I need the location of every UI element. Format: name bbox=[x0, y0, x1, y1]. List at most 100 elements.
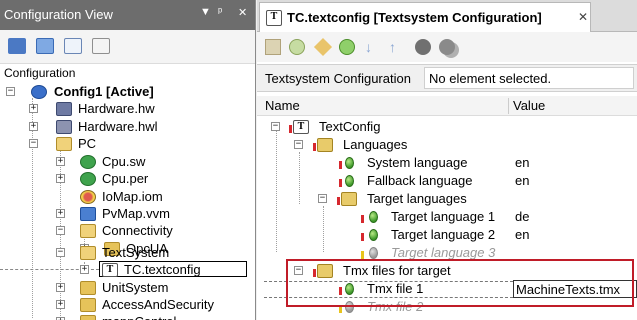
expand-toggle[interactable]: + bbox=[29, 122, 38, 131]
tree-item-label: TextSystem bbox=[102, 245, 170, 260]
column-header-name[interactable]: Name bbox=[265, 98, 300, 113]
tab-title: TC.textconfig [Textsystem Configuration] bbox=[287, 10, 542, 25]
required-marker bbox=[337, 197, 340, 205]
tree-item-cpu-per[interactable]: + Cpu.per bbox=[0, 170, 255, 188]
collapse-toggle[interactable]: − bbox=[318, 194, 327, 203]
tree-item-hardware-hw[interactable]: + Hardware.hw bbox=[0, 100, 255, 118]
highlight-annotation bbox=[286, 259, 634, 307]
folder-icon bbox=[80, 281, 96, 295]
collapse-all-icon[interactable] bbox=[439, 39, 455, 55]
expand-toggle[interactable]: + bbox=[56, 283, 65, 292]
sort-descending-icon[interactable]: ↑ bbox=[389, 39, 405, 55]
table-view-icon[interactable] bbox=[64, 38, 82, 54]
collapse-toggle[interactable]: − bbox=[271, 122, 280, 131]
textconfig-icon: T bbox=[266, 10, 282, 26]
tree-item-label: AccessAndSecurity bbox=[102, 297, 214, 312]
collapse-toggle[interactable]: − bbox=[6, 87, 15, 96]
grid-row-target-language-2[interactable]: Target language 2 en bbox=[257, 226, 637, 244]
property-grid-header: Name Value bbox=[257, 96, 637, 116]
tree-item-hardware-hwl[interactable]: + Hardware.hwl bbox=[0, 118, 255, 136]
row-name: TextConfig bbox=[319, 119, 381, 134]
expand-toggle[interactable]: + bbox=[56, 174, 65, 183]
tree-item-label: Cpu.sw bbox=[102, 154, 146, 169]
textconfig-icon: T bbox=[102, 263, 118, 277]
tab-close-button[interactable]: ✕ bbox=[578, 10, 588, 24]
tree-root-label: Configuration bbox=[4, 66, 76, 80]
row-value[interactable]: en bbox=[515, 155, 529, 171]
tree-item-label: mappControl bbox=[102, 313, 176, 320]
selection-status-field: No element selected. bbox=[424, 67, 634, 89]
tree-item-unitsystem[interactable]: + UnitSystem bbox=[0, 279, 255, 297]
tree-item-config1[interactable]: − Config1 [Active] bbox=[0, 83, 255, 101]
expand-toggle[interactable]: + bbox=[29, 104, 38, 113]
software-icon bbox=[80, 172, 96, 186]
collapse-toggle[interactable]: − bbox=[56, 248, 65, 257]
leaf-icon bbox=[369, 211, 378, 223]
tree-item-tc-textconfig[interactable]: + T TC.textconfig bbox=[0, 261, 255, 279]
row-name: Languages bbox=[343, 137, 408, 152]
tree-item-pc[interactable]: − PC bbox=[0, 135, 255, 153]
iomap-icon bbox=[80, 190, 96, 204]
grid-row-languages[interactable]: − Languages bbox=[257, 136, 637, 154]
folder-icon bbox=[80, 224, 96, 238]
panel-close-button[interactable]: ✕ bbox=[238, 6, 247, 19]
configuration-toolbar bbox=[0, 30, 255, 64]
grid-row-target-languages[interactable]: − Target languages bbox=[257, 190, 637, 208]
collapse-toggle[interactable]: − bbox=[56, 226, 65, 235]
tree-item-cpu-sw[interactable]: + Cpu.sw bbox=[0, 153, 255, 171]
collapse-toggle[interactable]: − bbox=[294, 140, 303, 149]
properties-view-icon[interactable] bbox=[92, 38, 110, 54]
tree-item-label: PvMap.vvm bbox=[102, 206, 170, 221]
copy-icon[interactable] bbox=[339, 39, 355, 55]
expand-toggle[interactable]: + bbox=[80, 265, 89, 274]
tree-item-iomap[interactable]: IoMap.iom bbox=[0, 188, 255, 206]
configuration-view-panel: Configuration View ▼ ᵖ ✕ Configuration −… bbox=[0, 0, 256, 320]
hardware-list-icon bbox=[56, 120, 72, 134]
grid-row-target-language-1[interactable]: Target language 1 de bbox=[257, 208, 637, 226]
row-name: Target language 2 bbox=[391, 227, 496, 242]
hardware-view-icon[interactable] bbox=[36, 38, 54, 54]
expand-all-icon[interactable] bbox=[415, 39, 431, 55]
column-divider[interactable] bbox=[508, 98, 509, 114]
row-value[interactable]: en bbox=[515, 173, 529, 189]
expand-toggle[interactable]: + bbox=[56, 209, 65, 218]
tree-item-label: IoMap.iom bbox=[102, 189, 163, 204]
column-header-value[interactable]: Value bbox=[513, 98, 545, 113]
config-tree-icon[interactable] bbox=[8, 38, 26, 54]
panel-title-bar: Configuration View ▼ ᵖ ✕ bbox=[0, 0, 255, 30]
required-marker bbox=[339, 161, 342, 169]
tree-item-pvmap[interactable]: + PvMap.vvm bbox=[0, 205, 255, 223]
move-icon[interactable] bbox=[313, 37, 333, 57]
required-marker bbox=[289, 125, 292, 133]
optional-marker bbox=[361, 251, 364, 259]
tree-item-accessandsecurity[interactable]: + AccessAndSecurity bbox=[0, 296, 255, 314]
sort-ascending-icon[interactable]: ↓ bbox=[365, 39, 381, 55]
expand-toggle[interactable]: + bbox=[56, 157, 65, 166]
collapse-toggle[interactable]: − bbox=[29, 139, 38, 148]
row-value[interactable]: en bbox=[515, 227, 529, 243]
expand-toggle[interactable]: + bbox=[56, 300, 65, 309]
add-leaf-icon[interactable] bbox=[289, 39, 305, 55]
tab-tc-textconfig[interactable]: T TC.textconfig [Textsystem Configuratio… bbox=[259, 2, 591, 32]
software-icon bbox=[80, 155, 96, 169]
tree-item-connectivity[interactable]: − Connectivity bbox=[0, 222, 255, 240]
tree-item-textsystem-label-row[interactable]: − TextSystem bbox=[0, 244, 255, 262]
tree-item-mappcontrol[interactable]: + mappControl bbox=[0, 313, 255, 320]
tree-item-label: UnitSystem bbox=[102, 280, 169, 295]
grid-row-fallback-language[interactable]: Fallback language en bbox=[257, 172, 637, 190]
required-marker bbox=[361, 233, 364, 241]
row-value[interactable]: de bbox=[515, 209, 529, 225]
folder-icon bbox=[56, 137, 72, 151]
group-icon bbox=[341, 192, 357, 206]
folder-icon bbox=[80, 298, 96, 312]
tree-item-label: TC.textconfig bbox=[124, 262, 201, 277]
row-name: Target languages bbox=[367, 191, 467, 206]
grid-row-textconfig[interactable]: − T TextConfig bbox=[257, 118, 637, 136]
panel-menu-button[interactable]: ▼ bbox=[200, 6, 211, 18]
panel-pin-button[interactable]: ᵖ bbox=[218, 6, 222, 18]
leaf-icon bbox=[345, 157, 354, 169]
tree-item-label: Config1 [Active] bbox=[54, 84, 154, 99]
add-node-icon[interactable] bbox=[265, 39, 281, 55]
row-name: Fallback language bbox=[367, 173, 473, 188]
grid-row-system-language[interactable]: System language en bbox=[257, 154, 637, 172]
